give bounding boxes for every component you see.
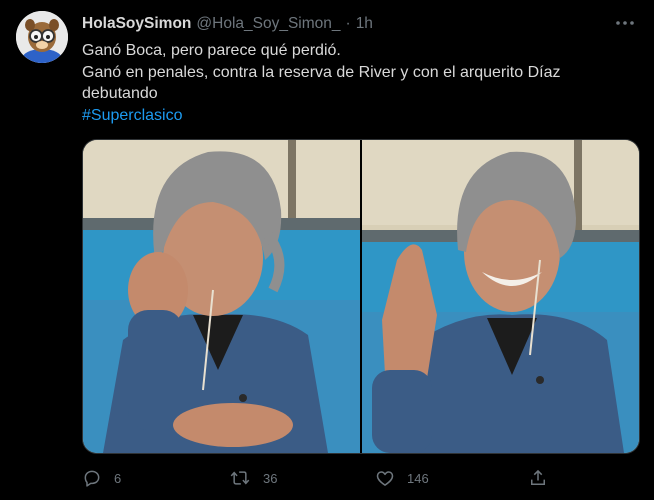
tweet-timestamp[interactable]: 1h [356, 15, 373, 33]
tweet-text: Ganó Boca, pero parece qué perdió. Ganó … [82, 40, 634, 126]
chipmunk-avatar-image [16, 11, 68, 63]
retweet-count: 36 [263, 470, 278, 486]
share-icon [531, 469, 545, 485]
retweet-icon [230, 471, 250, 485]
tweet-text-line: Ganó Boca, pero parece qué perdió. [82, 42, 341, 59]
like-icon [376, 471, 394, 486]
tweet-media[interactable] [82, 139, 640, 454]
more-icon [616, 21, 634, 25]
media-photo-laughing[interactable] [83, 140, 360, 453]
retweet-button[interactable]: 36 [229, 466, 277, 490]
tweet-actions: 6 36 146 [82, 466, 638, 490]
reply-button[interactable]: 6 [82, 466, 121, 490]
tweet-text-line: Ganó en penales, contra la reserva de Ri… [82, 63, 561, 81]
separator-dot: · [345, 15, 351, 32]
media-photo-waving[interactable] [362, 140, 639, 453]
display-name[interactable]: HolaSoySimon [82, 15, 191, 33]
tweet-text-line: debutando [82, 85, 158, 102]
share-button[interactable] [528, 466, 548, 490]
hashtag-link[interactable]: #Superclasico [82, 105, 634, 127]
like-button[interactable]: 146 [375, 466, 429, 490]
reply-count: 6 [114, 470, 122, 486]
avatar[interactable] [16, 11, 68, 63]
reply-icon [84, 470, 100, 487]
like-count: 146 [407, 470, 429, 486]
tweet[interactable]: HolaSoySimon @Hola_Soy_Simon_ · 1h Ganó … [0, 0, 654, 500]
more-options-button[interactable] [614, 13, 636, 33]
user-handle[interactable]: @Hola_Soy_Simon_ [196, 15, 340, 33]
tweet-header: HolaSoySimon @Hola_Soy_Simon_ · 1h [82, 14, 373, 34]
